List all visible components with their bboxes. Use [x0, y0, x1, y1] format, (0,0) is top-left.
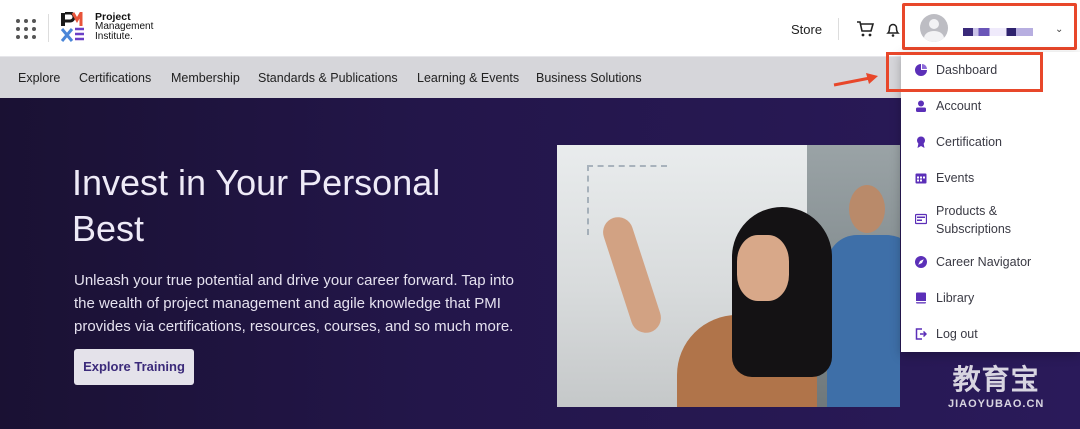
menu-item-account[interactable]: Account: [901, 97, 1080, 115]
menu-item-label: Account: [936, 99, 982, 113]
badge-icon: [917, 136, 925, 148]
nav-item-certifications[interactable]: Certifications: [79, 71, 151, 85]
menu-item-label: Career Navigator: [936, 255, 1032, 269]
nav-item-learning[interactable]: Learning & Events: [417, 71, 519, 85]
nav-item-explore[interactable]: Explore: [18, 71, 60, 85]
calendar-icon: [915, 173, 927, 184]
apps-grid-icon[interactable]: [16, 19, 36, 39]
menu-item-certification[interactable]: Certification: [901, 133, 1080, 151]
username-blurred: [963, 28, 1033, 36]
menu-item-label: Events: [936, 171, 975, 185]
store-link[interactable]: Store: [791, 22, 822, 37]
compass-icon: [915, 256, 927, 268]
explore-training-button[interactable]: Explore Training: [74, 349, 194, 385]
user-icon: [916, 100, 926, 112]
header-divider: [48, 14, 49, 42]
hero-photo: [557, 145, 900, 407]
avatar: [920, 14, 948, 42]
products-icon: [915, 213, 927, 225]
menu-item-events[interactable]: Events: [901, 169, 1080, 187]
nav-item-business[interactable]: Business Solutions: [536, 71, 642, 85]
watermark-cn: 教育宝: [952, 363, 1040, 396]
menu-item-label: Log out: [936, 327, 978, 341]
user-dropdown-menu: Dashboard Account Certification Events P…: [901, 52, 1080, 352]
pmi-logo-icon[interactable]: [60, 12, 86, 42]
nav-item-standards[interactable]: Standards & Publications: [258, 71, 398, 85]
menu-item-library[interactable]: Library: [901, 289, 1080, 307]
menu-item-label: Products & Subscriptions: [936, 204, 1012, 236]
chevron-down-icon[interactable]: ⌄: [1055, 24, 1063, 35]
user-menu-toggle[interactable]: ⌄: [902, 3, 1077, 50]
book-icon: [916, 292, 926, 304]
top-header: Project Management Institute. Store ⌄: [0, 0, 1080, 57]
hero-text: Unleash your true potential and drive yo…: [74, 272, 514, 335]
annotation-arrow-icon: [833, 73, 878, 87]
menu-item-label: Library: [936, 291, 975, 305]
cart-icon[interactable]: [856, 20, 874, 38]
header-separator: [838, 18, 839, 40]
menu-item-products[interactable]: Products & Subscriptions: [901, 202, 1080, 238]
watermark: 教育宝 JIAOYUBAO.CN: [948, 358, 1044, 410]
logout-icon: [915, 328, 927, 340]
menu-item-label: Certification: [936, 135, 1002, 149]
menu-item-logout[interactable]: Log out: [901, 325, 1080, 343]
hero-title: Invest in Your Personal Best: [72, 162, 441, 249]
nav-item-membership[interactable]: Membership: [171, 71, 240, 85]
watermark-en: JIAOYUBAO.CN: [948, 398, 1045, 410]
brand-name: Project Management Institute.: [95, 12, 153, 42]
brand-line-3: Institute.: [95, 31, 133, 42]
dashboard-highlight-box: [886, 52, 1043, 92]
bell-icon[interactable]: [886, 20, 900, 38]
menu-item-career-navigator[interactable]: Career Navigator: [901, 253, 1080, 271]
